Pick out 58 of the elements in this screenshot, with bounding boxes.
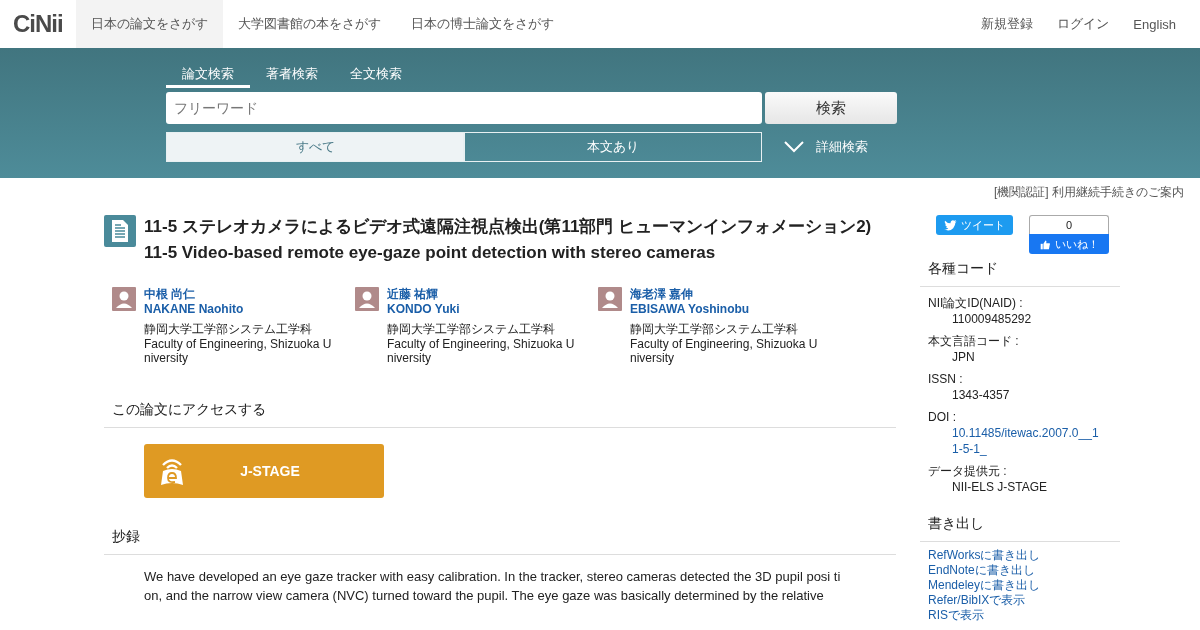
- section-heading: この論文にアクセスする: [104, 401, 896, 428]
- article-title: 11-5 ステレオカメラによるビデオ式遠隔注視点検出(第11部門 ヒューマンインフォメーション2): [144, 216, 872, 238]
- bird-icon: [944, 219, 957, 231]
- author-name-english[interactable]: NAKANE Naohito: [144, 302, 338, 317]
- notice-link[interactable]: [機関認証] 利用継続手続きのご案内: [994, 184, 1184, 201]
- affiliation: 静岡大学工学部システム工学科: [630, 322, 799, 336]
- export-link[interactable]: EndNoteに書き出し: [928, 563, 1035, 578]
- search-button[interactable]: 検索: [765, 92, 897, 124]
- header-link[interactable]: 新規登録: [981, 15, 1034, 33]
- affiliation-english: Faculty of Engineering, Shizuoka U niversity: [144, 337, 333, 365]
- code-label: データ提供元 :: [928, 463, 1008, 479]
- code-value: 1343-4357: [952, 387, 1011, 403]
- author-name[interactable]: 海老澤 嘉伸: [630, 287, 824, 302]
- code-value: 110009485292: [952, 311, 1033, 327]
- section-heading: 書き出し: [920, 515, 1120, 542]
- search-tab[interactable]: 著者検索: [250, 62, 334, 88]
- advanced-search-link[interactable]: 詳細検索: [816, 138, 868, 156]
- nav-tab[interactable]: 大学図書館の本をさがす: [222, 0, 396, 48]
- like-button[interactable]: いいね！: [1029, 234, 1109, 254]
- affiliation-english: Faculty of Engineering, Shizuoka U niversity: [387, 337, 576, 365]
- thumbs-up-icon: [1039, 238, 1051, 250]
- code-label: NII論文ID(NAID) :: [928, 295, 1024, 311]
- code-label: DOI :: [928, 409, 957, 425]
- avatar-icon: [598, 287, 622, 311]
- header-link[interactable]: English: [1133, 16, 1176, 32]
- document-icon: [104, 215, 136, 247]
- author-name[interactable]: 近藤 祐輝: [387, 287, 581, 302]
- author-name[interactable]: 中根 尚仁: [144, 287, 338, 302]
- header-link[interactable]: ログイン: [1057, 15, 1110, 33]
- affiliation: 静岡大学工学部システム工学科: [144, 322, 313, 336]
- author-name-english[interactable]: KONDO Yuki: [387, 302, 581, 317]
- affiliation-english: Faculty of Engineering, Shizuoka U niversity: [630, 337, 819, 365]
- nav-tab[interactable]: 日本の博士論文をさがす: [395, 0, 569, 48]
- code-value: NII-ELS J-STAGE: [952, 479, 1049, 495]
- export-link[interactable]: Refer/BibIXで表示: [928, 593, 1026, 608]
- section-heading: 各種コード: [920, 260, 1120, 287]
- export-link[interactable]: RefWorksに書き出し: [928, 548, 1041, 563]
- avatar-icon: [355, 287, 379, 311]
- avatar-icon: [112, 287, 136, 311]
- code-label: ISSN :: [928, 371, 964, 387]
- author-name-english[interactable]: EBISAWA Yoshinobu: [630, 302, 824, 317]
- search-field[interactable]: フリーワード: [166, 92, 762, 124]
- logo[interactable]: CiNii: [0, 10, 76, 38]
- abstract-text: We have developed an eye gaze tracker with easy calibration. In the tracker, stereo cameras detected the 3D pupil posi tion, and the narrow view camera (NVC) turned toward the pupil. The eye gaze was basically determined by the relative: [144, 568, 842, 605]
- section-heading: 抄録: [104, 528, 896, 555]
- doi-link[interactable]: 10.11485/itewac.2007.0__11-5-1_: [952, 425, 1104, 457]
- export-link[interactable]: RISで表示: [928, 608, 984, 623]
- article-title-english: 11-5 Video-based remote eye-gaze point detection with stereo cameras: [144, 242, 717, 264]
- affiliation: 静岡大学工学部システム工学科: [387, 322, 556, 336]
- search-tab[interactable]: 論文検索: [166, 62, 250, 88]
- chevron-down-icon[interactable]: [784, 141, 804, 153]
- filter-toggle[interactable]: すべて: [166, 132, 464, 162]
- export-link[interactable]: Mendeleyに書き出し: [928, 578, 1041, 593]
- nav-tab[interactable]: 日本の論文をさがす: [75, 0, 223, 48]
- code-value: JPN: [952, 349, 976, 365]
- search-tab[interactable]: 全文検索: [334, 62, 418, 88]
- filter-toggle[interactable]: 本文あり: [464, 132, 762, 162]
- code-label: 本文言語コード :: [928, 333, 1020, 349]
